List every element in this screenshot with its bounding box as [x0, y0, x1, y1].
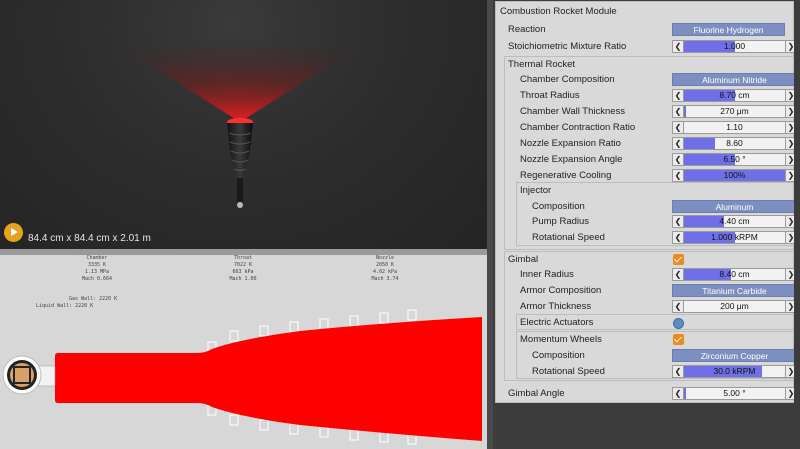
expansion-angle-label: Nozzle Expansion Angle	[520, 154, 623, 165]
injector-speed-spinner[interactable]: ❮ 1.000 kRPM ❯	[672, 231, 797, 244]
chamber-comp-select[interactable]: Aluminum Nitride	[672, 73, 797, 86]
wall-thickness-spinner[interactable]: ❮ 270 μm ❯	[672, 105, 797, 118]
armor-thickness-spinner[interactable]: ❮ 200 μm ❯	[672, 300, 797, 313]
throat-radius-decrement[interactable]: ❮	[672, 89, 684, 102]
contraction-value: 1.10	[726, 122, 743, 132]
cooling-value: 100%	[723, 170, 746, 180]
properties-frame: Combustion Rocket Module Reaction Fluori…	[495, 1, 797, 403]
gimbal-angle-label: Gimbal Angle	[508, 388, 565, 399]
armor-thickness-value: 200 μm	[720, 301, 749, 311]
contraction-spinner[interactable]: ❮ 1.10 ❯	[672, 121, 797, 134]
contraction-decrement[interactable]: ❮	[672, 121, 684, 134]
wheel-comp-label: Composition	[532, 350, 585, 361]
expansion-angle-decrement[interactable]: ❮	[672, 153, 684, 166]
injector-comp-label: Composition	[532, 201, 585, 212]
throat-radius-value: 8.70 cm	[719, 90, 750, 100]
mixture-spinner[interactable]: ❮ 1.000 ❯	[672, 40, 797, 53]
gimbal-angle-value: 5.00 °	[723, 388, 746, 398]
engine-body	[227, 123, 253, 178]
armor-thickness-label: Armor Thickness	[520, 301, 592, 312]
reaction-label: Reaction	[508, 24, 546, 35]
armor-comp-label: Armor Composition	[520, 285, 602, 296]
injector-title: Injector	[520, 185, 552, 196]
expansion-angle-spinner[interactable]: ❮ 6.50 ° ❯	[672, 153, 797, 166]
inner-radius-decrement[interactable]: ❮	[672, 268, 684, 281]
exhaust-glow	[110, 40, 370, 122]
pump-radius-spinner[interactable]: ❮ 4.40 cm ❯	[672, 215, 797, 228]
dimensions-readout: 84.4 cm x 84.4 cm x 2.01 m	[28, 233, 151, 244]
wheel-speed-spinner[interactable]: ❮ 30.0 kRPM ❯	[672, 365, 797, 378]
contraction-label: Chamber Contraction Ratio	[520, 122, 636, 133]
armor-thickness-decrement[interactable]: ❮	[672, 300, 684, 313]
3d-viewport[interactable]: 84.4 cm x 84.4 cm x 2.01 m	[0, 0, 487, 249]
wall-thickness-value: 270 μm	[720, 106, 749, 116]
injector-speed-label: Rotational Speed	[532, 232, 605, 243]
expansion-ratio-spinner[interactable]: ❮ 8.60 ❯	[672, 137, 797, 150]
thermal-title: Thermal Rocket	[508, 59, 576, 70]
wheel-speed-decrement[interactable]: ❮	[672, 365, 684, 378]
mixture-value: 1.000	[723, 41, 746, 51]
gimbal-angle-decrement[interactable]: ❮	[672, 387, 684, 400]
wheels-label: Momentum Wheels	[520, 334, 602, 345]
inner-radius-label: Inner Radius	[520, 269, 574, 280]
pump-radius-decrement[interactable]: ❮	[672, 215, 684, 228]
expansion-ratio-value: 8.60	[726, 138, 743, 148]
chamber-stats: Chamber 3335 K 1.13 MPa Mach 0.664	[81, 255, 113, 282]
wheel-comp-select[interactable]: Zirconium Copper	[672, 349, 797, 362]
play-button[interactable]	[4, 223, 23, 242]
injector-speed-decrement[interactable]: ❮	[672, 231, 684, 244]
gas-wall-temp: Gas Wall: 2220 K	[69, 296, 118, 302]
cross-section-view: Chamber 3335 K 1.13 MPa Mach 0.664 Throa…	[0, 255, 487, 449]
mixture-decrement[interactable]: ❮	[672, 40, 684, 53]
throat-stats: Throat 7022 K 663 kPa Mach 1.00	[229, 255, 257, 282]
expansion-angle-value: 6.50 °	[723, 154, 746, 164]
gimbal-checkbox[interactable]	[673, 254, 684, 265]
mixture-label: Stoichiometric Mixture Ratio	[508, 41, 627, 52]
actuators-label: Electric Actuators	[520, 317, 594, 328]
pump-radius-label: Pump Radius	[532, 216, 590, 227]
injector-speed-value: 1.000 kRPM	[711, 232, 758, 242]
chamber-comp-label: Chamber Composition	[520, 74, 615, 85]
cooling-label: Regenerative Cooling	[520, 170, 612, 181]
gimbal-title: Gimbal	[508, 254, 539, 265]
panel-scrollbar[interactable]	[794, 1, 800, 403]
engine-shaft	[237, 178, 243, 202]
engine-tip	[237, 202, 243, 208]
rocket-render	[110, 40, 370, 208]
cross-section-drawing	[2, 309, 482, 445]
throat-radius-label: Throat Radius	[520, 90, 580, 101]
injector-comp-select[interactable]: Aluminum	[672, 200, 797, 213]
wall-thickness-label: Chamber Wall Thickness	[520, 106, 626, 117]
cooling-decrement[interactable]: ❮	[672, 169, 684, 182]
cooling-spinner[interactable]: ❮ 100% ❯	[672, 169, 797, 182]
actuators-toggle[interactable]	[673, 318, 684, 329]
gimbal-angle-spinner[interactable]: ❮ 5.00 ° ❯	[672, 387, 797, 400]
inner-radius-spinner[interactable]: ❮ 8.40 cm ❯	[672, 268, 797, 281]
properties-panel: Combustion Rocket Module Reaction Fluori…	[493, 0, 800, 449]
nozzle-stats: Nozzle 2050 K 4.02 kPa Mach 3.74	[371, 255, 399, 282]
module-title: Combustion Rocket Module	[500, 6, 617, 17]
inner-radius-value: 8.40 cm	[719, 269, 750, 279]
armor-comp-select[interactable]: Titanium Carbide	[672, 284, 797, 297]
wheel-speed-label: Rotational Speed	[532, 366, 605, 377]
throat-radius-spinner[interactable]: ❮ 8.70 cm ❯	[672, 89, 797, 102]
pump-radius-value: 4.40 cm	[719, 216, 750, 226]
wheel-speed-value: 30.0 kRPM	[713, 366, 756, 376]
expansion-ratio-decrement[interactable]: ❮	[672, 137, 684, 150]
wheels-checkbox[interactable]	[673, 334, 684, 345]
reaction-select[interactable]: Fluorine Hydrogen	[672, 23, 785, 36]
expansion-ratio-label: Nozzle Expansion Ratio	[520, 138, 621, 149]
liquid-wall-temp: Liquid Wall: 2220 K	[36, 303, 94, 309]
wall-thickness-decrement[interactable]: ❮	[672, 105, 684, 118]
